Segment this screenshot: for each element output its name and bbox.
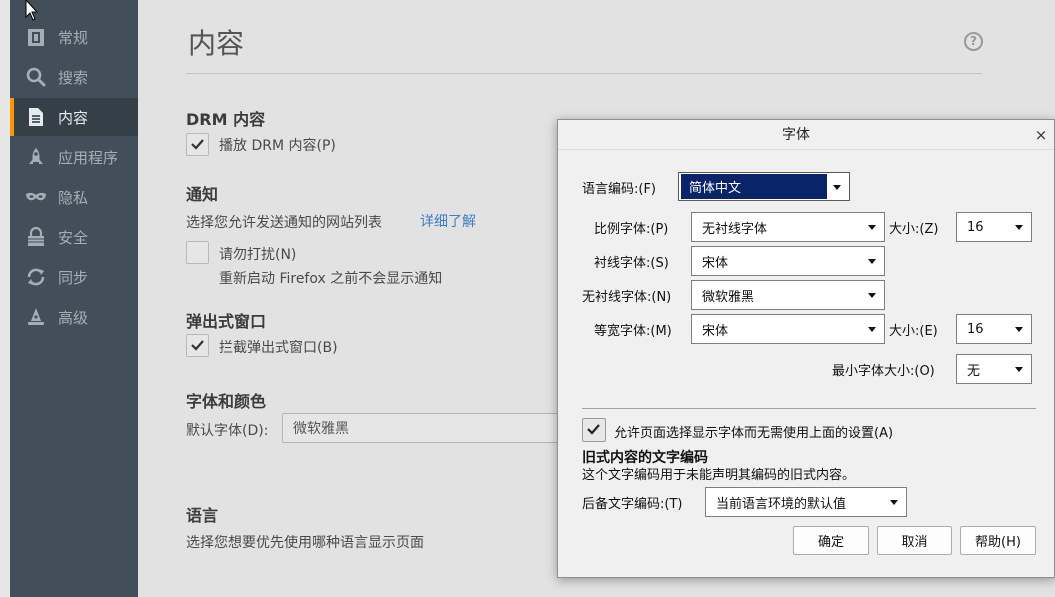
serif-font-label: 衬线字体:(S) [594,256,669,271]
notifications-description: 选择您允许发送通知的网站列表 [186,215,382,231]
search-icon [24,65,48,89]
sidebar-item-label: 高级 [58,308,89,327]
sidebar-item-search[interactable]: 搜索 [10,58,138,96]
language-encoding-select[interactable]: 简体中文 [678,172,850,201]
allow-page-fonts-label[interactable]: 允许页面选择显示字体而无需使用上面的设置(A) [614,422,893,441]
language-encoding-label: 语言编码:(F) [582,182,657,197]
sidebar-item-label: 内容 [58,108,89,127]
applications-icon [24,145,48,169]
dialog-title-bar: 字体 × [558,120,1054,150]
proportional-font-value: 无衬线字体 [702,221,768,237]
close-icon[interactable]: × [1032,125,1050,145]
sidebar-item-general[interactable]: 常规 [10,18,138,56]
do-not-disturb-note: 重新启动 Firefox 之前不会显示通知 [219,271,443,287]
sidebar-item-label: 隐私 [58,188,89,207]
sans-serif-font-label: 无衬线字体:(N) [582,290,672,305]
sidebar-item-advanced[interactable]: 高级 [10,298,138,336]
language-description: 选择您想要优先使用哪种语言显示页面 [186,535,424,551]
serif-font-select[interactable]: 宋体 [691,246,885,276]
fonts-colors-heading: 字体和颜色 [186,392,267,411]
content-icon [24,105,48,129]
chevron-down-icon [890,500,898,505]
proportional-size-select[interactable]: 16 [956,212,1032,242]
sidebar-item-security[interactable]: 安全 [10,218,138,256]
ok-button[interactable]: 确定 [793,526,869,555]
chevron-down-icon [1015,225,1023,230]
proportional-font-select[interactable]: 无衬线字体 [691,212,885,242]
sidebar-item-label: 搜索 [58,68,89,87]
size-label-proportional: 大小:(Z) [889,222,939,237]
dialog-divider [582,408,1036,409]
sidebar-item-label: 常规 [58,28,89,47]
minimum-font-size-select[interactable]: 无 [956,354,1032,384]
sidebar-item-label: 同步 [58,268,89,287]
sidebar-item-privacy[interactable]: 隐私 [10,178,138,216]
title-divider [186,73,982,74]
do-not-disturb-label[interactable]: 请勿打扰(N) [219,244,296,264]
sidebar-item-label: 应用程序 [58,148,119,167]
checkmark-icon [191,139,204,150]
checkmark-icon [191,340,204,351]
chevron-down-icon [868,327,876,332]
monospace-font-select[interactable]: 宋体 [691,314,885,344]
sidebar: 常规 搜索 内容 应用程序 隐私 安全 同步 高级 [10,0,138,597]
allow-page-fonts-checkbox[interactable] [582,418,606,442]
sidebar-item-content[interactable]: 内容 [10,98,138,136]
minimum-font-size-label: 最小字体大小:(O) [832,364,935,379]
block-popups-checkbox[interactable] [186,334,209,357]
proportional-size-value: 16 [967,219,984,235]
sans-serif-font-select[interactable]: 微软雅黑 [691,280,885,310]
language-encoding-value: 简体中文 [681,174,827,199]
drm-checkbox-label[interactable]: 播放 DRM 内容(P) [219,135,336,155]
do-not-disturb-checkbox[interactable] [186,241,209,264]
chevron-down-icon [1015,367,1023,372]
monospace-font-label: 等宽字体:(M) [594,324,672,339]
default-font-value: 微软雅黑 [293,421,349,437]
monospace-size-select[interactable]: 16 [956,314,1032,344]
chevron-down-icon [1015,327,1023,332]
block-popups-label[interactable]: 拦截弹出式窗口(B) [219,337,338,357]
cancel-button[interactable]: 取消 [877,526,952,555]
monospace-size-value: 16 [967,321,984,337]
size-label-monospace: 大小:(E) [889,324,938,339]
default-font-label: 默认字体(D): [186,423,269,439]
sans-serif-font-value: 微软雅黑 [702,289,755,305]
language-heading: 语言 [186,506,219,525]
fallback-encoding-value: 当前语言环境的默认值 [716,496,847,512]
chevron-down-icon [833,185,841,190]
sidebar-item-applications[interactable]: 应用程序 [10,138,138,176]
sync-icon [24,265,48,289]
default-font-select[interactable]: 微软雅黑 [282,413,572,443]
drm-heading: DRM 内容 [186,110,266,129]
serif-font-value: 宋体 [702,255,729,271]
fallback-encoding-select[interactable]: 当前语言环境的默认值 [705,487,907,517]
monospace-font-value: 宋体 [702,323,729,339]
checkmark-icon [587,424,600,435]
dialog-title: 字体 [782,127,810,143]
chevron-down-icon [868,293,876,298]
help-button[interactable]: 帮助(H) [960,526,1036,555]
page-title: 内容 [188,27,245,60]
fonts-dialog: 字体 × 语言编码:(F) 简体中文 比例字体:(P) 无衬线字体 大小:(Z)… [557,119,1055,578]
window-edge [0,0,10,597]
mouse-cursor-icon [25,0,39,21]
notifications-heading: 通知 [186,185,219,204]
sidebar-item-sync[interactable]: 同步 [10,258,138,296]
sidebar-item-label: 安全 [58,228,89,247]
learn-more-link[interactable]: 详细了解 [420,211,476,231]
security-icon [24,225,48,249]
drm-checkbox[interactable] [186,133,209,156]
help-icon[interactable]: ? [964,32,983,51]
advanced-icon [24,305,48,329]
privacy-mask-icon [24,185,48,209]
popups-heading: 弹出式窗口 [186,312,267,331]
legacy-encoding-description: 这个文字编码用于未能声明其编码的旧式内容。 [582,468,856,483]
chevron-down-icon [868,259,876,264]
proportional-font-label: 比例字体:(P) [594,222,669,237]
minimum-font-size-value: 无 [967,363,981,379]
chevron-down-icon [868,225,876,230]
general-icon [24,25,48,49]
fallback-encoding-label: 后备文字编码:(T) [582,497,683,512]
